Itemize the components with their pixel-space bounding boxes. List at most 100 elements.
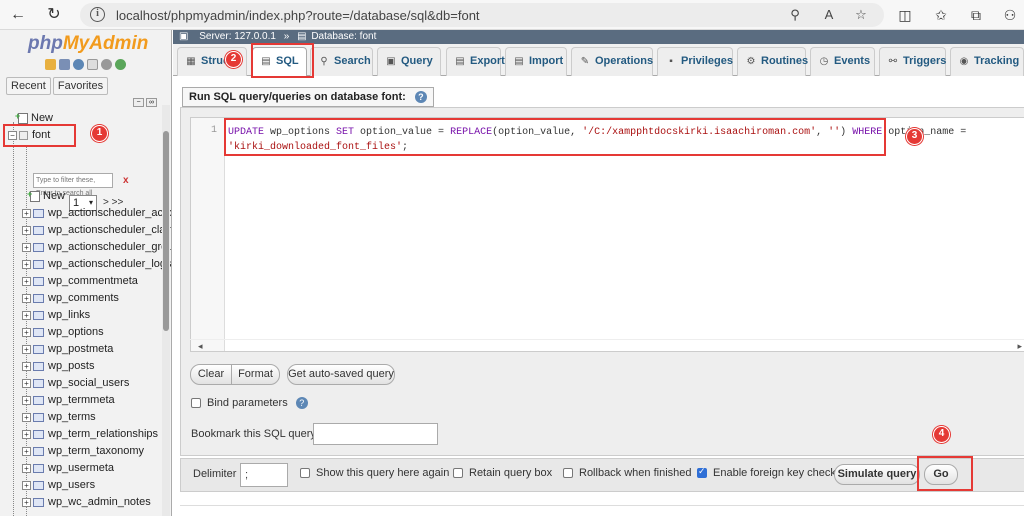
editor-horizontal-scrollbar[interactable]: ◂ ▸: [190, 339, 1024, 352]
scroll-left-icon[interactable]: ◂: [198, 341, 203, 352]
table-item[interactable]: + wp_term_taxonomy: [22, 445, 144, 457]
foreign-key-checks-option[interactable]: Enable foreign key checks: [697, 466, 841, 479]
expand-icon[interactable]: +: [22, 276, 31, 286]
retain-query-box-checkbox[interactable]: [453, 468, 463, 479]
table-item[interactable]: + wp_actionscheduler_actions: [22, 207, 171, 219]
table-item[interactable]: + wp_terms: [22, 411, 96, 423]
expand-icon[interactable]: +: [22, 395, 31, 405]
table-item[interactable]: + wp_social_users: [22, 377, 129, 389]
new-table-item[interactable]: New: [27, 189, 65, 202]
expand-icon[interactable]: +: [22, 259, 31, 269]
help-icon[interactable]: ?: [414, 91, 427, 104]
expand-icon[interactable]: +: [22, 361, 31, 371]
home-icon[interactable]: [45, 59, 56, 70]
tab-query[interactable]: ▣ Query: [377, 47, 441, 76]
get-auto-saved-query-button[interactable]: Get auto-saved query: [287, 364, 395, 385]
table-icon: [33, 344, 44, 354]
logout-icon[interactable]: [59, 59, 70, 70]
clear-button[interactable]: Clear: [190, 364, 232, 385]
new-database-item[interactable]: New: [15, 111, 53, 124]
table-item[interactable]: + wp_term_relationships: [22, 428, 158, 440]
split-screen-icon[interactable]: ◫: [896, 6, 914, 24]
sidebar-scroll-thumb[interactable]: [163, 131, 169, 331]
settings-icon[interactable]: [101, 59, 112, 70]
table-filter-input[interactable]: Type to filter these, Enter to search al…: [33, 173, 113, 197]
expand-icon[interactable]: +: [22, 344, 31, 354]
expand-icon[interactable]: +: [22, 242, 31, 252]
url-text[interactable]: localhost/phpmyadmin/index.php?route=/da…: [116, 8, 480, 23]
table-item[interactable]: + wp_wc_admin_notes: [22, 496, 151, 508]
tab-routines[interactable]: ⚙ Routines: [737, 47, 808, 76]
breadcrumb-database[interactable]: Database: font: [311, 31, 376, 42]
rollback-option[interactable]: Rollback when finished: [563, 467, 692, 479]
site-info-icon[interactable]: i: [90, 7, 105, 22]
tab-privileges[interactable]: ▪ Privileges: [657, 47, 733, 76]
tab-import[interactable]: ▤ Import: [505, 47, 567, 76]
rollback-checkbox[interactable]: [563, 468, 573, 479]
favorite-star-icon[interactable]: ☆: [852, 6, 870, 24]
table-item[interactable]: + wp_usermeta: [22, 462, 114, 474]
show-query-option[interactable]: Show this query here again: [300, 467, 449, 479]
tab-events[interactable]: ◷ Events: [810, 47, 875, 76]
bind-parameters-checkbox[interactable]: [191, 398, 201, 409]
expand-icon[interactable]: +: [22, 208, 31, 218]
expand-icon[interactable]: +: [22, 446, 31, 456]
table-item[interactable]: + wp_actionscheduler_logs: [22, 258, 171, 270]
back-arrow-icon[interactable]: ←: [8, 5, 28, 25]
expand-icon[interactable]: +: [22, 327, 31, 337]
table-item[interactable]: + wp_links: [22, 309, 90, 321]
expand-icon[interactable]: +: [22, 480, 31, 490]
expand-icon[interactable]: +: [22, 310, 31, 320]
expand-icon[interactable]: +: [22, 412, 31, 422]
recent-tab[interactable]: Recent: [6, 77, 51, 95]
table-item[interactable]: + wp_options: [22, 326, 104, 338]
bind-parameters-option[interactable]: Bind parameters?: [191, 397, 308, 410]
reload-nav-icon[interactable]: [115, 59, 126, 70]
help-icon[interactable]: ?: [295, 397, 308, 410]
table-item[interactable]: + wp_commentmeta: [22, 275, 138, 287]
phpmyadmin-logo[interactable]: phpMyAdmin: [28, 33, 148, 55]
zoom-icon[interactable]: ⚲: [786, 6, 804, 24]
format-button[interactable]: Format: [231, 364, 280, 385]
tab-triggers[interactable]: ⚯ Triggers: [879, 47, 946, 76]
extensions-icon[interactable]: ⚇: [1001, 6, 1019, 24]
help-icon[interactable]: [73, 59, 84, 70]
table-item[interactable]: + wp_termmeta: [22, 394, 115, 406]
clear-filter-icon[interactable]: x: [123, 175, 129, 186]
foreign-key-checks-checkbox[interactable]: [697, 466, 707, 479]
table-item-label: wp_commentmeta: [48, 275, 138, 287]
address-bar[interactable]: i localhost/phpmyadmin/index.php?route=/…: [80, 3, 884, 27]
table-item[interactable]: + wp_posts: [22, 360, 94, 372]
tab-operations[interactable]: ✎ Operations: [571, 47, 653, 76]
table-item[interactable]: + wp_actionscheduler_claims: [22, 224, 171, 236]
expand-icon[interactable]: +: [22, 497, 31, 507]
show-query-checkbox[interactable]: [300, 468, 310, 479]
table-item[interactable]: + wp_comments: [22, 292, 119, 304]
favorites-icon[interactable]: ✩: [932, 6, 950, 24]
delimiter-input[interactable]: ;: [240, 463, 288, 487]
tab-search[interactable]: ⚲ Search: [310, 47, 373, 76]
tab-export[interactable]: ▤ Export: [446, 47, 505, 76]
table-item[interactable]: + wp_postmeta: [22, 343, 113, 355]
table-item[interactable]: + wp_users: [22, 479, 95, 491]
refresh-icon[interactable]: ↻: [44, 5, 64, 25]
scroll-right-icon[interactable]: ▸: [1017, 341, 1022, 352]
expand-icon[interactable]: +: [22, 463, 31, 473]
expand-icon[interactable]: +: [22, 293, 31, 303]
expand-icon[interactable]: +: [22, 225, 31, 235]
favorites-tab[interactable]: Favorites: [52, 77, 109, 95]
link-with-main-icon[interactable]: ∞: [146, 98, 157, 107]
breadcrumb-server[interactable]: Server: 127.0.0.1: [199, 31, 276, 42]
retain-query-box-option[interactable]: Retain query box: [453, 467, 552, 479]
read-aloud-icon[interactable]: A: [820, 6, 838, 24]
collapse-all-icon[interactable]: −: [133, 98, 144, 107]
table-item-label: wp_links: [48, 309, 91, 321]
expand-icon[interactable]: +: [22, 429, 31, 439]
collections-icon[interactable]: ⧉: [967, 6, 985, 24]
tab-tracking[interactable]: ◉ Tracking: [950, 47, 1024, 76]
docs-icon[interactable]: [87, 59, 98, 70]
table-item[interactable]: + wp_actionscheduler_groups: [22, 241, 171, 253]
expand-icon[interactable]: +: [22, 378, 31, 388]
bookmark-input[interactable]: [313, 423, 438, 445]
simulate-query-button[interactable]: Simulate query: [834, 464, 920, 485]
